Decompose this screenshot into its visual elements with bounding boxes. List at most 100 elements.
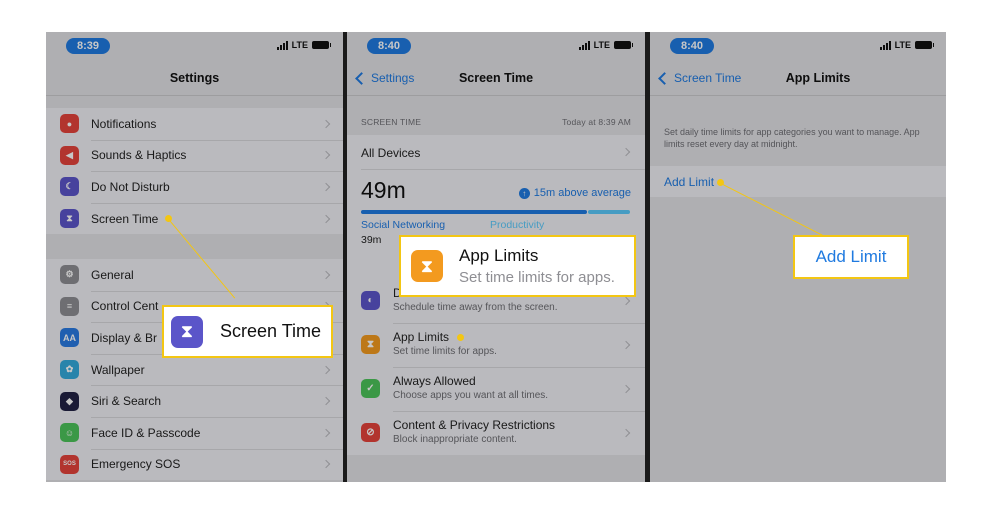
settings-row-label: Wallpaper bbox=[91, 362, 145, 377]
section-header: SCREEN TIME Today at 8:39 AM bbox=[361, 117, 631, 127]
settings-row-label: Do Not Disturb bbox=[91, 179, 170, 194]
chevron-right-icon bbox=[321, 460, 331, 469]
settings-group-2: ⚙ General ≡ Control Cent AA Display & Br ✿ Wall… bbox=[46, 259, 343, 481]
network-label: LTE bbox=[593, 40, 610, 50]
callout-subtitle: Set time limits for apps. bbox=[459, 269, 615, 286]
face-id-icon: ☺ bbox=[60, 423, 79, 443]
panel-divider bbox=[645, 32, 650, 482]
option-title: Content & Privacy Restrictions bbox=[393, 418, 556, 432]
social-usage-bar bbox=[361, 210, 587, 214]
signal-icon bbox=[276, 40, 288, 50]
hourglass-icon: ⧗ bbox=[411, 250, 443, 282]
average-note[interactable]: ↑ 15m above average bbox=[518, 187, 631, 199]
restriction-icon: ⊘ bbox=[361, 423, 380, 442]
settings-row[interactable]: ◀ Sounds & Haptics bbox=[46, 139, 343, 172]
option-subtitle: Block inappropriate content. bbox=[393, 434, 517, 445]
settings-group-1: ● Notifications ◀ Sounds & Haptics ☾ Do Not D… bbox=[46, 108, 343, 235]
status-bar: 8:40 LTE bbox=[650, 32, 946, 60]
today-label: Today at 8:39 AM bbox=[562, 117, 631, 127]
option-title: App Limits bbox=[393, 330, 450, 344]
settings-row[interactable]: ☾ Do Not Disturb bbox=[46, 171, 343, 203]
settings-row[interactable]: ☺ Face ID & Passcode bbox=[46, 416, 343, 449]
category-social: Social Networking bbox=[361, 219, 446, 231]
nav-bar: Settings Screen Time bbox=[347, 60, 645, 96]
settings-row[interactable]: ⚙ General bbox=[46, 259, 343, 291]
network-label: LTE bbox=[894, 40, 911, 50]
status-bar: 8:39 LTE bbox=[46, 32, 343, 60]
category-social-time: 39m bbox=[361, 234, 382, 246]
status-time: 8:40 bbox=[367, 38, 411, 54]
callout-label: Add Limit bbox=[815, 247, 887, 266]
checkmark-icon: ✓ bbox=[361, 379, 380, 398]
settings-row-label: Face ID & Passcode bbox=[91, 425, 201, 440]
screen-time-option[interactable]: ⧗ App Limits Set time limits for apps. bbox=[347, 323, 645, 367]
settings-row-label: Siri & Search bbox=[91, 394, 162, 409]
screen-time-option[interactable]: ⊘ Content & Privacy Restrictions Block ina… bbox=[347, 411, 645, 455]
screen-time-options: ◐DowntimeSchedule time away from the scr… bbox=[347, 279, 645, 455]
battery-icon bbox=[915, 41, 934, 49]
option-subtitle: Set time limits for apps. bbox=[393, 346, 497, 357]
status-bar: 8:40 LTE bbox=[347, 32, 645, 60]
settings-row-label: Notifications bbox=[91, 116, 157, 131]
nav-bar: Screen Time App Limits bbox=[650, 60, 946, 96]
chevron-right-icon bbox=[321, 396, 331, 406]
text-size-icon: AA bbox=[60, 328, 79, 348]
battery-icon bbox=[614, 41, 633, 49]
settings-screen: 8:39 LTE Settings ● Notifications ◀ Sounds … bbox=[46, 32, 343, 482]
nav-bar: Settings bbox=[46, 60, 343, 96]
productivity-usage-bar bbox=[588, 210, 630, 214]
chevron-left-icon bbox=[658, 71, 671, 85]
highlight-dot bbox=[457, 334, 464, 341]
hourglass-icon: ⧗ bbox=[60, 209, 79, 229]
chevron-right-icon bbox=[321, 270, 331, 280]
page-title: Settings bbox=[169, 71, 220, 85]
hourglass-icon: ⧗ bbox=[361, 335, 380, 354]
settings-row[interactable]: ⧗ Screen Time bbox=[46, 202, 343, 235]
chevron-right-icon bbox=[621, 384, 631, 394]
settings-row-label: Sounds & Haptics bbox=[91, 148, 187, 163]
chevron-right-icon bbox=[321, 428, 331, 438]
screen-time-option[interactable]: ✓ Always Allowed Choose apps you want at a… bbox=[347, 367, 645, 411]
moon-icon: ☾ bbox=[60, 177, 79, 197]
screen-time-callout: ⧗ Screen Time bbox=[162, 305, 333, 358]
add-limit-row[interactable]: Add Limit bbox=[650, 166, 946, 197]
tutorial-image: 8:39 LTE Settings ● Notifications ◀ Sounds … bbox=[0, 0, 1000, 518]
total-time: 49m bbox=[361, 177, 406, 203]
signal-icon bbox=[879, 40, 891, 50]
chevron-right-icon bbox=[321, 214, 331, 223]
app-limits-callout: ⧗ App Limits Set time limits for apps. bbox=[399, 235, 636, 297]
signal-icon bbox=[578, 40, 590, 50]
all-devices-row[interactable]: All Devices bbox=[347, 135, 645, 169]
app-limits-description: Set daily time limits for app categories… bbox=[664, 127, 920, 149]
section-label: SCREEN TIME bbox=[361, 117, 422, 127]
status-time: 8:40 bbox=[670, 38, 714, 54]
hourglass-icon: ⧗ bbox=[171, 315, 203, 348]
arrow-up-icon: ↑ bbox=[518, 187, 530, 199]
downtime-icon: ◐ bbox=[361, 291, 380, 310]
callout-label: Screen Time bbox=[220, 321, 322, 341]
toggles-icon: ≡ bbox=[60, 296, 79, 316]
all-devices-label: All Devices bbox=[361, 146, 421, 160]
settings-row[interactable]: ◆ Siri & Search bbox=[46, 385, 343, 417]
settings-row-label: Display & Br bbox=[91, 330, 158, 345]
gear-icon: ⚙ bbox=[60, 265, 79, 285]
settings-row-label: General bbox=[91, 267, 134, 282]
callout-title: App Limits bbox=[459, 246, 539, 265]
battery-icon bbox=[312, 41, 331, 49]
page-title: Screen Time bbox=[458, 71, 534, 85]
settings-row-label: Emergency SOS bbox=[91, 457, 181, 472]
chevron-right-icon bbox=[321, 182, 331, 192]
settings-row-label: Control Cent bbox=[91, 299, 159, 314]
add-limit-link[interactable]: Add Limit bbox=[664, 175, 714, 189]
chevron-right-icon bbox=[321, 365, 331, 374]
settings-row[interactable]: ● Notifications bbox=[46, 108, 343, 140]
add-limit-callout: Add Limit bbox=[793, 235, 909, 279]
network-label: LTE bbox=[291, 40, 308, 50]
settings-row-label: Screen Time bbox=[91, 211, 159, 226]
settings-row[interactable]: SOS Emergency SOS bbox=[46, 448, 343, 481]
chevron-right-icon bbox=[621, 340, 631, 350]
chevron-right-icon bbox=[621, 147, 631, 157]
settings-row[interactable]: ✿ Wallpaper bbox=[46, 353, 343, 386]
chevron-right-icon bbox=[621, 428, 631, 438]
speaker-icon: ◀ bbox=[60, 145, 79, 165]
